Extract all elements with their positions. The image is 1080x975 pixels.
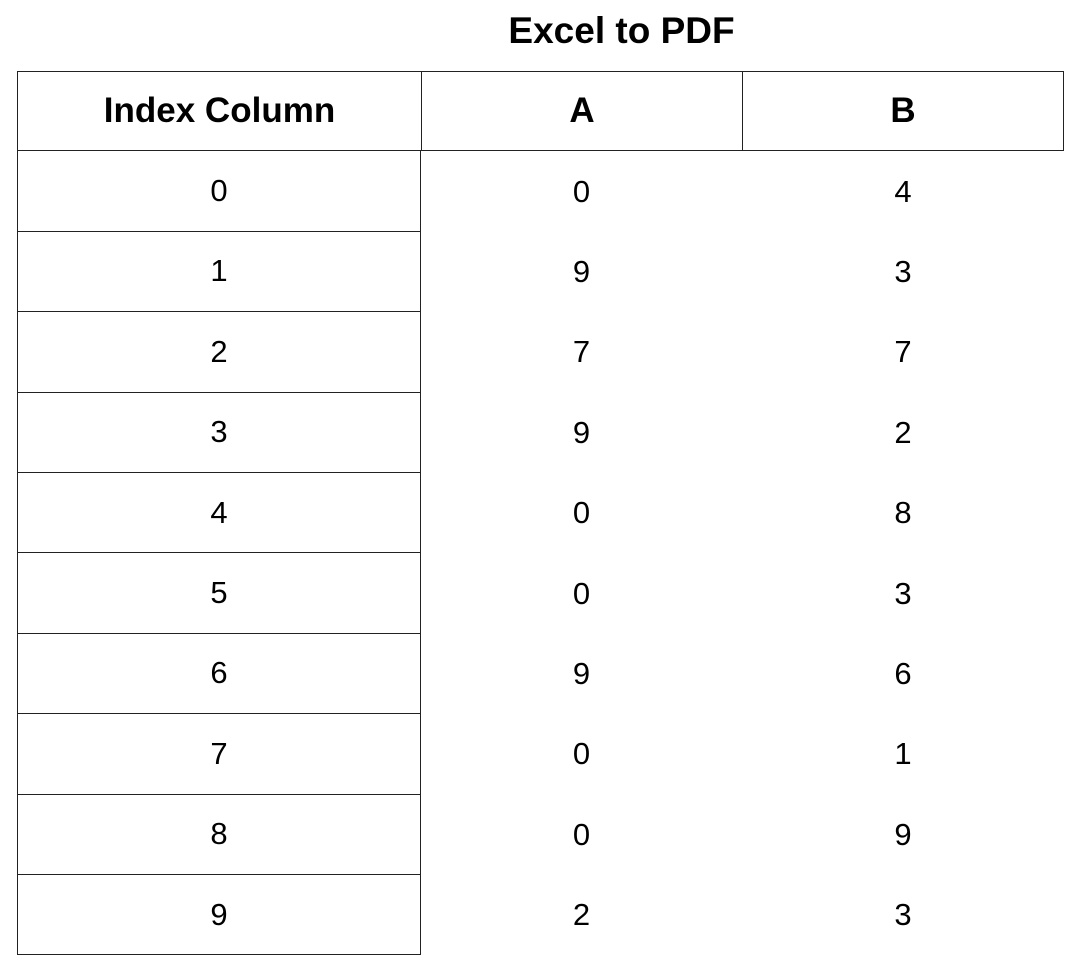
table-row: 3 9 2 <box>17 392 1064 473</box>
data-table: Index Column A B 00419327739240850369670… <box>17 71 1064 956</box>
index-cell: 9 <box>17 874 421 956</box>
header-b: B <box>742 71 1064 152</box>
table-row: 2 7 7 <box>17 312 1064 393</box>
table-row: 9 2 3 <box>17 874 1064 956</box>
index-cell: 4 <box>17 472 421 554</box>
b-cell: 6 <box>894 655 912 691</box>
table-row: 5 0 3 <box>17 553 1064 634</box>
b-cell: 4 <box>894 173 912 209</box>
header-index-column: Index Column <box>17 71 421 152</box>
index-cell: 6 <box>17 633 421 715</box>
table-row: 8 0 9 <box>17 794 1064 875</box>
b-cell: 7 <box>894 334 912 370</box>
index-cell: 2 <box>17 312 421 393</box>
b-cell: 1 <box>894 736 912 772</box>
index-cell: 8 <box>17 794 421 875</box>
a-cell: 2 <box>572 897 591 933</box>
table-row: 0 0 4 <box>17 151 1064 232</box>
index-cell: 1 <box>17 231 421 313</box>
a-cell: 0 <box>572 173 591 209</box>
index-cell: 7 <box>17 714 421 795</box>
table-header-row: Index Column A B <box>17 71 1064 152</box>
index-cell: 5 <box>17 553 421 634</box>
b-cell: 9 <box>894 816 912 852</box>
table-row: 4 0 8 <box>17 472 1064 554</box>
table-row: 1 9 3 <box>17 231 1064 313</box>
a-cell: 9 <box>572 655 591 691</box>
a-cell: 0 <box>572 816 591 852</box>
table-row: 7 0 1 <box>17 714 1064 795</box>
table-row: 6 9 6 <box>17 633 1064 715</box>
a-cell: 0 <box>572 736 591 772</box>
b-cell: 3 <box>894 253 912 289</box>
a-cell: 7 <box>572 334 591 370</box>
b-cell: 8 <box>894 495 912 531</box>
a-cell: 0 <box>572 575 591 611</box>
a-cell: 9 <box>572 414 591 450</box>
b-cell: 2 <box>894 414 912 450</box>
index-cell: 3 <box>17 392 421 473</box>
index-cell: 0 <box>17 151 421 232</box>
document-title: Excel to PDF <box>508 10 735 51</box>
a-cell: 9 <box>572 253 591 289</box>
b-cell: 3 <box>894 575 912 611</box>
a-cell: 0 <box>572 495 591 531</box>
b-cell: 3 <box>894 897 912 933</box>
header-a: A <box>421 71 742 152</box>
